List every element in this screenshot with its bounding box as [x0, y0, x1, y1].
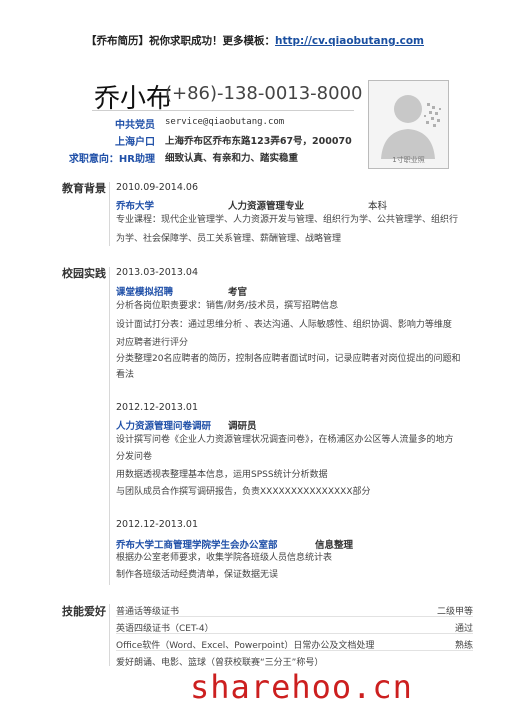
education-date: 2010.09-2014.06	[116, 182, 198, 193]
campus-item-line: 分发问卷	[116, 452, 153, 462]
banner-text: 【乔布简历】祝你求职成功！更多模板：	[86, 35, 276, 47]
banner-link[interactable]: http://cv.qiaobutang.com	[275, 35, 424, 47]
campus-item-line: 与团队成员合作撰写调研报告，负责XXXXXXXXXXXXXXX部分	[116, 487, 371, 497]
skill-divider	[116, 633, 473, 634]
skills-timeline	[109, 604, 110, 666]
campus-item-date: 2013.03-2013.04	[116, 267, 198, 278]
profile-photo: 1寸职业照	[368, 80, 449, 169]
phone-number: (+86)-138-0013-8000	[165, 83, 363, 104]
campus-item-org: 人力资源管理问卷调研	[116, 421, 212, 432]
education-major: 人力资源管理专业	[228, 201, 305, 212]
skill-name: 爱好朗诵、电影、篮球（曾获校联赛“三分王”称号）	[116, 658, 324, 668]
section-title-education: 教育背景	[62, 182, 106, 195]
campus-item-date: 2012.12-2013.01	[116, 402, 198, 413]
education-school: 乔布大学	[116, 201, 155, 212]
campus-timeline	[109, 267, 110, 585]
education-courses-1: 专业课程：现代企业管理学、人力资源开发与管理、组织行为学、公共管理学、组织行	[116, 215, 459, 225]
section-title-campus: 校园实践	[62, 267, 106, 280]
photo-caption: 1寸职业照	[392, 156, 425, 164]
campus-item-line: 设计面试打分表：通过思维分析 、表达沟通、人际敏感性、组织协调、影响力等维度	[116, 320, 452, 330]
campus-item-org: 课堂模拟招聘	[116, 287, 174, 298]
top-banner: 【乔布简历】祝你求职成功！更多模板：http://cv.qiaobutang.c…	[0, 33, 510, 48]
field-traits: 细致认真、有亲和力、踏实稳重	[165, 153, 299, 164]
field-address: 上海乔布区乔布东路123弄67号，200070	[165, 136, 352, 147]
education-timeline	[109, 182, 110, 246]
field-label-hukou: 上海户口	[115, 137, 155, 148]
field-label-party: 中共党员	[115, 120, 155, 131]
skill-divider	[116, 616, 473, 617]
campus-item-line: 制作各班级活动经费清单，保证数据无误	[116, 570, 279, 580]
field-email: service@qiaobutang.com	[165, 117, 285, 127]
campus-item-role: 调研员	[228, 421, 257, 432]
education-degree: 本科	[368, 201, 388, 212]
skill-divider	[116, 650, 473, 651]
field-label-intention: 求职意向：HR助理	[68, 154, 155, 165]
watermark: sharehoo.cn	[190, 668, 413, 706]
campus-item-line: 分析各岗位职责要求：销售/财务/技术员，撰写招聘信息	[116, 301, 339, 311]
campus-item-role: 考官	[228, 287, 248, 298]
section-title-skills: 技能爱好	[62, 605, 106, 618]
header-divider	[92, 110, 354, 111]
campus-item-date: 2012.12-2013.01	[116, 519, 198, 530]
education-courses-2: 为学、社会保障学、员工关系管理、薪酬管理、战略管理	[116, 234, 342, 244]
campus-item-line: 看法	[116, 370, 135, 380]
